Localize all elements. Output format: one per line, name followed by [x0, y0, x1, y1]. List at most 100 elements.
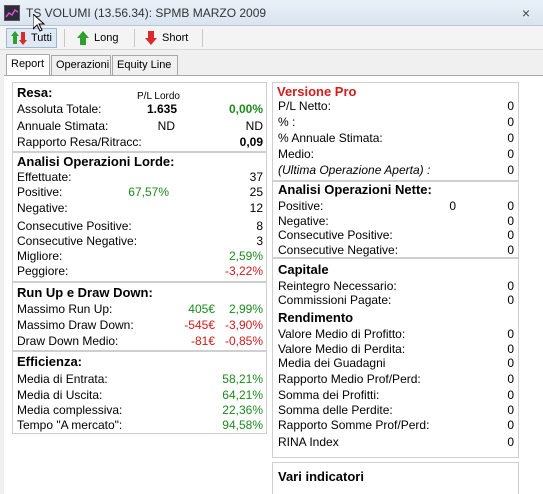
toolbar-separator — [202, 29, 203, 47]
efficienza-title: Efficienza: — [17, 354, 83, 369]
annuale-value: ND — [157, 119, 175, 133]
toolbar: Tutti Long Short — [0, 26, 543, 50]
cons-neg-label: Consecutive Negative: — [17, 234, 138, 248]
window-title: TS VOLUMI (13.56.34): SPMB MARZO 2009 — [26, 6, 267, 20]
mercato-value: 94,58% — [222, 418, 263, 432]
cons-pos-label: Consecutive Positive: — [17, 219, 132, 233]
rina-row: RINA Index 0 — [278, 435, 514, 450]
tab-equity-line[interactable]: Equity Line — [112, 55, 178, 75]
rapporto-somme-row: Rapporto Somme Prof/Perd: 0 — [278, 418, 514, 433]
pct-label: % : — [278, 115, 296, 129]
rapporto-medio-value: 0 — [507, 372, 514, 386]
down-arrow-icon — [145, 31, 157, 45]
rapporto-somme-value: 0 — [507, 418, 514, 432]
effettuate-value: 37 — [249, 170, 263, 184]
lorde-title: Analisi Operazioni Lorde: — [17, 154, 175, 169]
nette-cons-neg-row: Consecutive Negative: 0 — [278, 243, 514, 258]
ultima-value: 0 — [507, 163, 514, 177]
peggiore-row: Peggiore: -3,22% — [17, 264, 263, 279]
commissioni-value: 0 — [507, 293, 514, 307]
resa-box: Resa: P/L Lordo Assoluta Totale: 1.635 0… — [12, 82, 267, 152]
assoluta-value: 1.635 — [146, 102, 177, 116]
entrata-label: Media di Entrata: — [17, 372, 108, 386]
nette-cons-pos-label: Consecutive Positive: — [278, 228, 393, 242]
capitale-title: Capitale — [278, 262, 329, 277]
max-dd-row: Massimo Draw Down: -545€ -3,90% — [17, 318, 263, 333]
rendimento-title: Rendimento — [278, 310, 354, 325]
max-runup-eur: 405€ — [188, 302, 215, 316]
cons-pos-row: Consecutive Positive: 8 — [17, 219, 263, 234]
mercato-label: Tempo "A mercato": — [17, 418, 123, 432]
vari-box: Vari indicatori — [272, 462, 519, 494]
rapporto-label: Rapporto Resa/Ritracc: — [17, 135, 142, 149]
media-guadagni-label: Media dei Guadagni — [278, 356, 386, 370]
annuale-label: Annuale Stimata: — [17, 119, 109, 133]
nette-cons-pos-row: Consecutive Positive: 0 — [278, 228, 514, 243]
media-guadagni-value: 0 — [507, 356, 514, 370]
nette-title: Analisi Operazioni Nette: — [278, 182, 432, 197]
positive-row: Positive: 67,57% 25 — [17, 185, 263, 200]
annuale-row: Annuale Stimata: ND ND — [17, 119, 263, 134]
all-button[interactable]: Tutti — [6, 28, 57, 48]
entrata-value: 58,21% — [222, 372, 263, 386]
pct-annuale-row: % Annuale Stimata: 0 — [278, 131, 514, 146]
dd-medio-eur: -81€ — [190, 334, 215, 348]
nette-negative-label: Negative: — [278, 214, 329, 228]
tab-report[interactable]: Report — [6, 54, 50, 75]
nette-negative-row: Negative: 0 — [278, 214, 514, 229]
toolbar-separator — [134, 29, 135, 47]
somma-profitti-label: Somma dei Profitti: — [278, 388, 380, 402]
vari-title: Vari indicatori — [278, 469, 364, 484]
negative-row: Negative: 12 — [17, 201, 263, 216]
nette-cons-neg-value: 0 — [507, 243, 514, 257]
assoluta-pct: 0,00% — [228, 102, 263, 116]
complessiva-label: Media complessiva: — [17, 403, 123, 417]
nette-cons-pos-value: 0 — [507, 228, 514, 242]
all-label: Tutti — [31, 32, 52, 44]
vm-perdita-label: Valore Medio di Perdita: — [278, 342, 406, 356]
medio-value: 0 — [507, 147, 514, 161]
vm-perdita-row: Valore Medio di Perdita: 0 — [278, 342, 514, 357]
peggiore-label: Peggiore: — [17, 264, 69, 278]
max-dd-pct: -3,90% — [224, 318, 263, 332]
rapporto-row: Rapporto Resa/Ritracc: 0,09 — [17, 135, 263, 150]
dd-medio-pct: -0,85% — [224, 334, 263, 348]
vm-profitto-row: Valore Medio di Profitto: 0 — [278, 327, 514, 342]
reintegro-row: Reintegro Necessario: 0 — [278, 279, 514, 294]
somma-profitti-row: Somma dei Profitti: 0 — [278, 388, 514, 403]
pct-annuale-value: 0 — [507, 131, 514, 145]
max-runup-pct: 2,99% — [228, 302, 263, 316]
short-label: Short — [162, 32, 189, 44]
dd-medio-label: Draw Down Medio: — [17, 334, 119, 348]
short-button[interactable]: Short — [140, 28, 192, 48]
nette-cons-neg-label: Consecutive Negative: — [278, 243, 399, 257]
reintegro-value: 0 — [507, 279, 514, 293]
rapporto-value: 0,09 — [239, 135, 263, 149]
rapporto-somme-label: Rapporto Somme Prof/Perd: — [278, 418, 430, 432]
migliore-label: Migliore: — [17, 249, 63, 263]
chart-app-icon — [4, 5, 20, 21]
vm-profitto-value: 0 — [507, 327, 514, 341]
negative-label: Negative: — [17, 201, 68, 215]
somma-perdite-row: Somma delle Perdite: 0 — [278, 403, 514, 418]
uscita-row: Media di Uscita: 64,21% — [17, 388, 263, 403]
tab-operazioni[interactable]: Operazioni — [51, 55, 111, 75]
rapporto-medio-label: Rapporto Medio Prof/Perd: — [278, 372, 421, 386]
pro-box: Versione Pro P/L Netto: 0 % : 0 % Annual… — [272, 82, 519, 181]
complessiva-row: Media complessiva: 22,36% — [17, 403, 263, 418]
long-label: Long — [94, 32, 119, 44]
positive-value: 25 — [249, 185, 263, 199]
toolbar-separator — [64, 29, 65, 47]
long-button[interactable]: Long — [72, 28, 122, 48]
cons-pos-value: 8 — [256, 219, 263, 233]
close-button[interactable]: × — [517, 4, 535, 22]
somma-profitti-value: 0 — [507, 388, 514, 402]
pct-value: 0 — [507, 115, 514, 129]
positive-pct: 67,57% — [128, 185, 169, 199]
migliore-value: 2,59% — [228, 249, 263, 263]
pl-netto-row: P/L Netto: 0 — [278, 99, 514, 114]
nette-positive-a: 0 — [449, 199, 456, 213]
nette-positive-label: Positive: — [278, 199, 324, 213]
max-dd-label: Massimo Draw Down: — [17, 318, 134, 332]
efficienza-box: Efficienza: Media di Entrata: 58,21% Med… — [12, 351, 267, 434]
